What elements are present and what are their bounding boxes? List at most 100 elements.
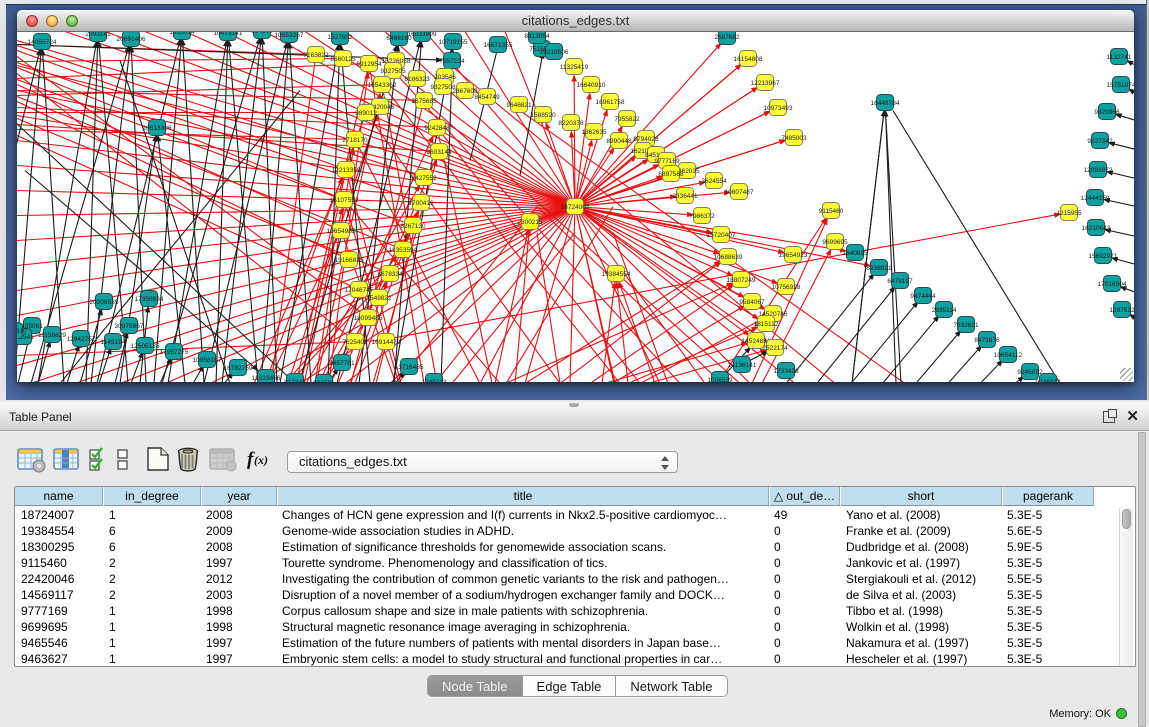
svg-text:989012: 989012 (355, 110, 377, 117)
svg-text:1132741: 1132741 (1107, 54, 1132, 61)
svg-text:8427552: 8427552 (411, 175, 437, 182)
svg-text:10553267: 10553267 (275, 32, 304, 39)
svg-text:3675685: 3675685 (411, 98, 437, 105)
svg-text:12093872: 12093872 (1084, 167, 1113, 174)
svg-text:1527602: 1527602 (327, 34, 353, 41)
svg-text:9857791: 9857791 (329, 360, 355, 367)
svg-text:2300215: 2300215 (517, 219, 543, 226)
svg-text:15692971: 15692971 (1089, 253, 1118, 260)
svg-text:20691406: 20691406 (117, 36, 146, 43)
svg-text:14136141: 14136141 (728, 362, 757, 369)
svg-text:1549822: 1549822 (366, 295, 392, 302)
svg-text:1588520: 1588520 (530, 112, 556, 119)
svg-text:30975867: 30975867 (115, 323, 144, 330)
svg-text:1006539: 1006539 (707, 377, 733, 382)
svg-text:7986372: 7986372 (689, 213, 715, 220)
svg-text:19654985: 19654985 (327, 228, 356, 235)
svg-text:7955822: 7955822 (614, 116, 640, 123)
svg-text:12505135: 12505135 (131, 343, 160, 350)
svg-text:8267130: 8267130 (400, 223, 426, 230)
svg-text:9245052: 9245052 (1017, 369, 1043, 376)
svg-text:7625402: 7625402 (342, 339, 368, 346)
svg-text:9777169: 9777169 (654, 158, 680, 165)
svg-text:11325419: 11325419 (560, 64, 589, 71)
svg-text:15720407: 15720407 (707, 232, 736, 239)
svg-text:9242848: 9242848 (424, 125, 450, 132)
svg-text:934514: 934514 (251, 32, 273, 35)
svg-text:9115460: 9115460 (819, 208, 844, 215)
svg-text:9227342: 9227342 (1087, 138, 1113, 145)
svg-text:2603144: 2603144 (426, 149, 452, 156)
svg-text:8186323: 8186323 (404, 76, 430, 83)
svg-text:10719155: 10719155 (439, 39, 468, 46)
svg-text:8938921: 8938921 (866, 265, 892, 272)
svg-text:9329966: 9329966 (1094, 109, 1120, 116)
svg-text:10473141: 10473141 (214, 32, 243, 37)
svg-text:10654112: 10654112 (994, 352, 1023, 359)
svg-text:17016504: 17016504 (1098, 281, 1127, 288)
svg-text:15751074: 15751074 (1107, 82, 1134, 89)
svg-text:1815112: 1815112 (754, 321, 779, 328)
svg-text:18807249: 18807249 (727, 277, 756, 284)
svg-text:1640935: 1640935 (842, 250, 868, 257)
svg-text:17359934: 17359934 (135, 296, 164, 303)
svg-text:2718170: 2718170 (342, 137, 368, 144)
svg-text:2687682: 2687682 (714, 34, 740, 41)
svg-text:904521: 904521 (313, 380, 335, 382)
svg-text:11156829: 11156829 (38, 332, 66, 339)
svg-text:19384554: 19384554 (602, 271, 631, 278)
svg-text:19166825: 19166825 (335, 257, 364, 264)
svg-text:6794028: 6794028 (633, 136, 659, 143)
svg-text:9327505: 9327505 (380, 68, 406, 75)
svg-text:1835014: 1835014 (169, 32, 195, 36)
svg-text:1700416: 1700416 (408, 200, 434, 207)
svg-text:8990448: 8990448 (606, 138, 632, 145)
svg-text:18724007: 18724007 (561, 204, 590, 211)
svg-text:2522174: 2522174 (762, 345, 788, 352)
svg-text:1215955: 1215955 (1056, 210, 1082, 217)
svg-text:16210643: 16210643 (1082, 225, 1111, 232)
svg-text:8912954: 8912954 (356, 61, 382, 68)
svg-text:10688639: 10688639 (714, 254, 743, 261)
svg-text:2935114: 2935114 (932, 307, 957, 314)
svg-text:812345: 812345 (284, 379, 306, 382)
svg-text:20513396: 20513396 (143, 125, 172, 132)
svg-text:7957224: 7957224 (439, 58, 465, 65)
svg-text:12213359: 12213359 (332, 167, 361, 174)
svg-text:7632621: 7632621 (953, 322, 979, 329)
svg-text:11353594: 11353594 (389, 247, 418, 254)
svg-text:10807487: 10807487 (725, 189, 754, 196)
svg-text:16543362: 16543362 (368, 82, 397, 89)
svg-text:7485003: 7485003 (781, 135, 807, 142)
svg-text:10756928: 10756928 (772, 284, 801, 291)
svg-text:20206535: 20206535 (90, 299, 119, 306)
svg-text:1733426: 1733426 (773, 368, 799, 375)
svg-text:16033809: 16033809 (408, 32, 437, 38)
svg-text:16782759: 16782759 (224, 365, 253, 372)
svg-text:2526610: 2526610 (17, 328, 27, 335)
svg-text:1287532: 1287532 (1109, 307, 1134, 314)
svg-text:19654923: 19654923 (779, 252, 808, 259)
svg-text:9245013: 9245013 (1035, 379, 1061, 382)
svg-text:8678334: 8678334 (377, 271, 403, 278)
svg-text:9584067: 9584067 (739, 299, 765, 306)
svg-text:9474444: 9474444 (910, 293, 936, 300)
svg-text:16107552: 16107552 (330, 197, 359, 204)
svg-text:9646821: 9646821 (506, 102, 532, 109)
svg-text:3624554: 3624554 (701, 178, 727, 185)
svg-text:10958107: 10958107 (193, 357, 222, 364)
svg-text:8813054: 8813054 (524, 33, 550, 40)
svg-text:12942757: 12942757 (67, 336, 96, 343)
svg-text:13716485: 13716485 (395, 364, 424, 371)
svg-text:16154808: 16154808 (734, 56, 763, 63)
svg-text:16640910: 16640910 (577, 82, 606, 89)
svg-text:9699695: 9699695 (822, 239, 848, 246)
svg-text:2093141: 2093141 (85, 32, 111, 38)
svg-text:12323466: 12323466 (252, 375, 281, 382)
svg-text:12213967: 12213967 (751, 80, 780, 87)
svg-text:1145194: 1145194 (101, 339, 126, 346)
svg-text:17957275: 17957275 (160, 349, 189, 356)
svg-text:8454749: 8454749 (474, 94, 500, 101)
svg-text:16671355: 16671355 (484, 42, 513, 49)
svg-text:16448784: 16448784 (871, 100, 900, 107)
